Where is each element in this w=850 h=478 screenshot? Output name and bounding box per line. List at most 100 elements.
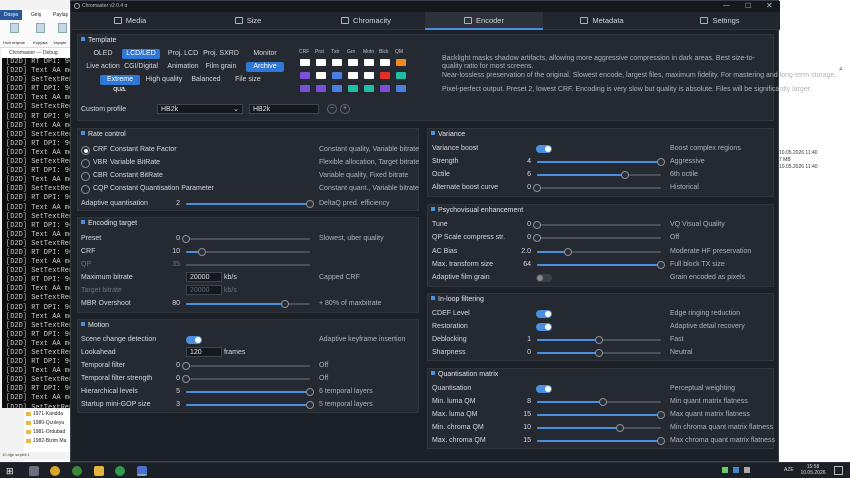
slider-thumb[interactable] [306, 388, 314, 396]
slider-thumb[interactable] [616, 424, 625, 432]
slider-thumb[interactable] [657, 437, 665, 445]
file-item[interactable]: 1981-Ordubad [24, 428, 72, 437]
add-profile-button[interactable]: + [340, 104, 350, 114]
qp-slider[interactable] [186, 264, 310, 266]
slider-thumb[interactable] [306, 401, 314, 409]
startup-gop-slider[interactable] [186, 401, 314, 409]
max-tx-slider[interactable] [537, 261, 665, 269]
tab-chromacity[interactable]: Chromacity [307, 12, 425, 30]
mbr-overshoot-slider[interactable] [186, 300, 310, 308]
explorer-tab-share[interactable]: Paylaş [53, 12, 68, 18]
restoration-toggle[interactable] [536, 323, 552, 331]
task-view-icon[interactable] [29, 466, 39, 476]
tab-media[interactable]: Media [71, 12, 189, 30]
remove-profile-button[interactable]: − [327, 104, 337, 114]
slider-thumb[interactable] [657, 261, 665, 269]
crf-slider[interactable] [186, 248, 310, 256]
tray-icon[interactable] [722, 467, 728, 473]
preset-animation[interactable]: Animation [164, 62, 202, 72]
slider-thumb[interactable] [657, 411, 665, 419]
preset-archive[interactable]: Archive [246, 62, 284, 72]
octile-slider[interactable] [537, 171, 661, 179]
search-icon[interactable]: ⌕ [839, 66, 843, 74]
max-bitrate-input[interactable]: 20000 [186, 272, 222, 282]
preset-balanced[interactable]: Balanced [186, 75, 226, 85]
start-icon[interactable]: ⊞ [6, 466, 14, 477]
slider-thumb[interactable] [182, 375, 190, 383]
preset-slider[interactable] [182, 235, 310, 243]
file-item[interactable]: 1971-Kandda [24, 410, 72, 419]
tab-settings[interactable]: Settings [661, 12, 779, 30]
temporal-filter-slider[interactable] [182, 362, 310, 370]
preset-proj-lcd[interactable]: Proj. LCD [164, 49, 202, 59]
film-grain-toggle[interactable] [536, 274, 552, 282]
slider-thumb[interactable] [595, 349, 603, 357]
close-button[interactable]: ✕ [766, 1, 773, 10]
preset-file-size[interactable]: File size [228, 75, 268, 85]
profile-name-input[interactable]: HB2k [249, 104, 319, 114]
paste-icon[interactable] [58, 23, 67, 33]
preset-cgi-digital[interactable]: CGI/Digital [122, 62, 160, 72]
preset-proj-sxrd[interactable]: Proj. SXRD [202, 49, 240, 59]
profile-select[interactable]: HB2k ⌄ [157, 104, 243, 114]
min-luma-slider[interactable] [537, 398, 661, 406]
max-luma-slider[interactable] [537, 411, 665, 419]
max-chroma-slider[interactable] [537, 437, 665, 445]
deblocking-slider[interactable] [537, 336, 661, 344]
rate-radio-cbr[interactable] [81, 172, 90, 181]
volume-icon[interactable] [744, 467, 750, 473]
preset-monitor[interactable]: Monitor [246, 49, 284, 59]
lookahead-input[interactable]: 120 [186, 347, 222, 357]
maximize-button[interactable]: ☐ [745, 2, 751, 10]
slider-thumb[interactable] [198, 248, 207, 256]
strength-slider[interactable] [537, 158, 665, 166]
chrome-icon[interactable] [72, 466, 82, 476]
preset-live-action[interactable]: Live action [84, 62, 122, 72]
rate-radio-crf[interactable] [81, 146, 90, 155]
tf-strength-slider[interactable] [182, 375, 310, 383]
copy-icon[interactable] [36, 23, 45, 33]
pin-icon[interactable] [10, 23, 19, 33]
sharpness-slider[interactable] [537, 349, 661, 357]
slider-thumb[interactable] [595, 336, 603, 344]
file-item[interactable]: 1980-Qızıleyu [24, 419, 72, 428]
slider-thumb[interactable] [281, 300, 290, 308]
qp-scale-slider[interactable] [533, 234, 661, 242]
rate-radio-vbr[interactable] [81, 159, 90, 168]
preset-film-grain[interactable]: Film grain [202, 62, 240, 72]
slider-thumb[interactable] [621, 171, 630, 179]
explorer-tab-home[interactable]: Giriş [31, 12, 41, 18]
tab-metadata[interactable]: Metadata [543, 12, 661, 30]
network-icon[interactable] [733, 467, 739, 473]
preset-lcd-led[interactable]: LCD/LED [122, 49, 160, 59]
browser-icon[interactable] [115, 466, 125, 476]
folder-icon[interactable] [94, 466, 104, 476]
rate-radio-cqp[interactable] [81, 185, 90, 194]
slider-thumb[interactable] [533, 221, 541, 229]
slider-thumb[interactable] [306, 200, 314, 208]
slider-thumb[interactable] [182, 235, 190, 243]
quantisation-toggle[interactable] [536, 385, 552, 393]
preset-high-quality[interactable]: High quality [144, 75, 184, 85]
ac-bias-slider[interactable] [537, 248, 661, 256]
tune-slider[interactable] [533, 221, 661, 229]
file-item[interactable]: 1982-Bizim Ma [24, 437, 72, 446]
tab-size[interactable]: Size [189, 12, 307, 30]
hier-levels-slider[interactable] [186, 388, 314, 396]
slider-thumb[interactable] [533, 184, 541, 192]
tab-encoder[interactable]: Encoder [425, 12, 543, 30]
language-indicator[interactable]: AZE [784, 467, 794, 473]
target-bitrate-input[interactable]: 20000 [186, 285, 222, 295]
slider-thumb[interactable] [182, 362, 190, 370]
slider-thumb[interactable] [598, 398, 607, 406]
media-player-icon[interactable] [50, 466, 60, 476]
clock[interactable]: 15:58 10.05.2026 [800, 464, 826, 476]
notification-icon[interactable] [834, 466, 843, 475]
cdef-toggle[interactable] [536, 310, 552, 318]
slider-thumb[interactable] [564, 248, 572, 256]
preset-extreme-qua-[interactable]: Extreme qua. [100, 75, 140, 93]
alt-curve-slider[interactable] [533, 184, 661, 192]
aq-slider[interactable] [186, 200, 314, 208]
slider-thumb[interactable] [533, 234, 541, 242]
slider-thumb[interactable] [657, 158, 665, 166]
